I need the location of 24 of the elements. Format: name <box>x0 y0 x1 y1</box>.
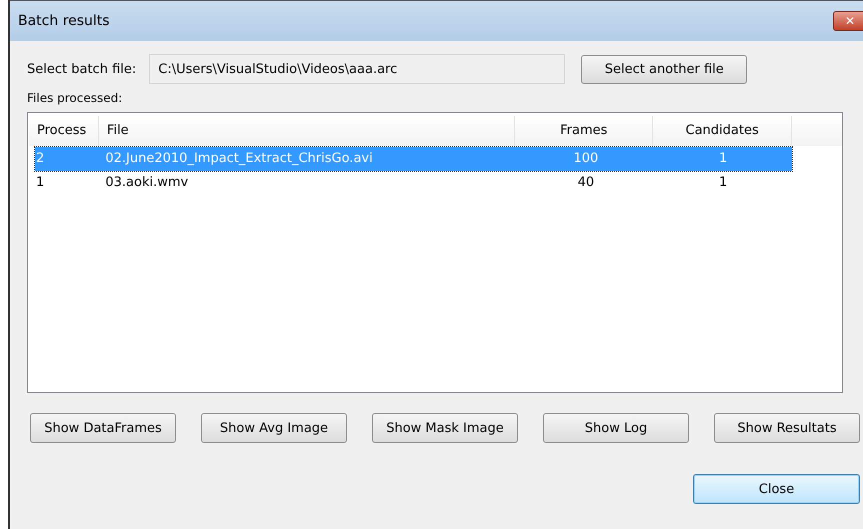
table-cell-text: 1 <box>718 174 728 192</box>
action-button[interactable]: Show Avg Image <box>201 413 347 443</box>
window-title: Batch results <box>18 13 110 29</box>
column-header[interactable]: Process <box>29 116 99 146</box>
select-file-button[interactable]: Select another file <box>581 54 748 84</box>
file-row[interactable]: 1 03.aoki.wmv 40 1 <box>35 171 792 195</box>
table-cell-text: 2 <box>35 150 46 168</box>
files-processed-label: Files processed: <box>27 91 124 105</box>
batch-file-label: Select batch file: <box>27 62 136 76</box>
action-button[interactable]: Show Resultats <box>714 413 860 443</box>
column-header[interactable]: File <box>98 116 516 146</box>
batch-file-field[interactable]: C:\Users\VisualStudio\Videos\aaa.arc <box>149 54 566 84</box>
column-header[interactable]: Candidates <box>653 116 792 146</box>
table-cell-text: 1 <box>35 174 46 192</box>
column-header[interactable]: Frames <box>515 116 654 146</box>
action-button[interactable]: Show Log <box>543 413 689 443</box>
table-cell-text: 40 <box>576 174 596 192</box>
table-cell-text: 03.aoki.wmv <box>104 174 190 192</box>
action-button[interactable]: Show DataFrames <box>30 413 176 443</box>
table-cell-text: 1 <box>718 150 728 168</box>
table-cell-text: 100 <box>572 150 600 168</box>
table-cell-text: 02.June2010_Impact_Extract_ChrisGo.avi <box>104 150 374 168</box>
close-dialog-button[interactable]: Close <box>693 474 860 504</box>
action-button[interactable]: Show Mask Image <box>372 413 518 443</box>
